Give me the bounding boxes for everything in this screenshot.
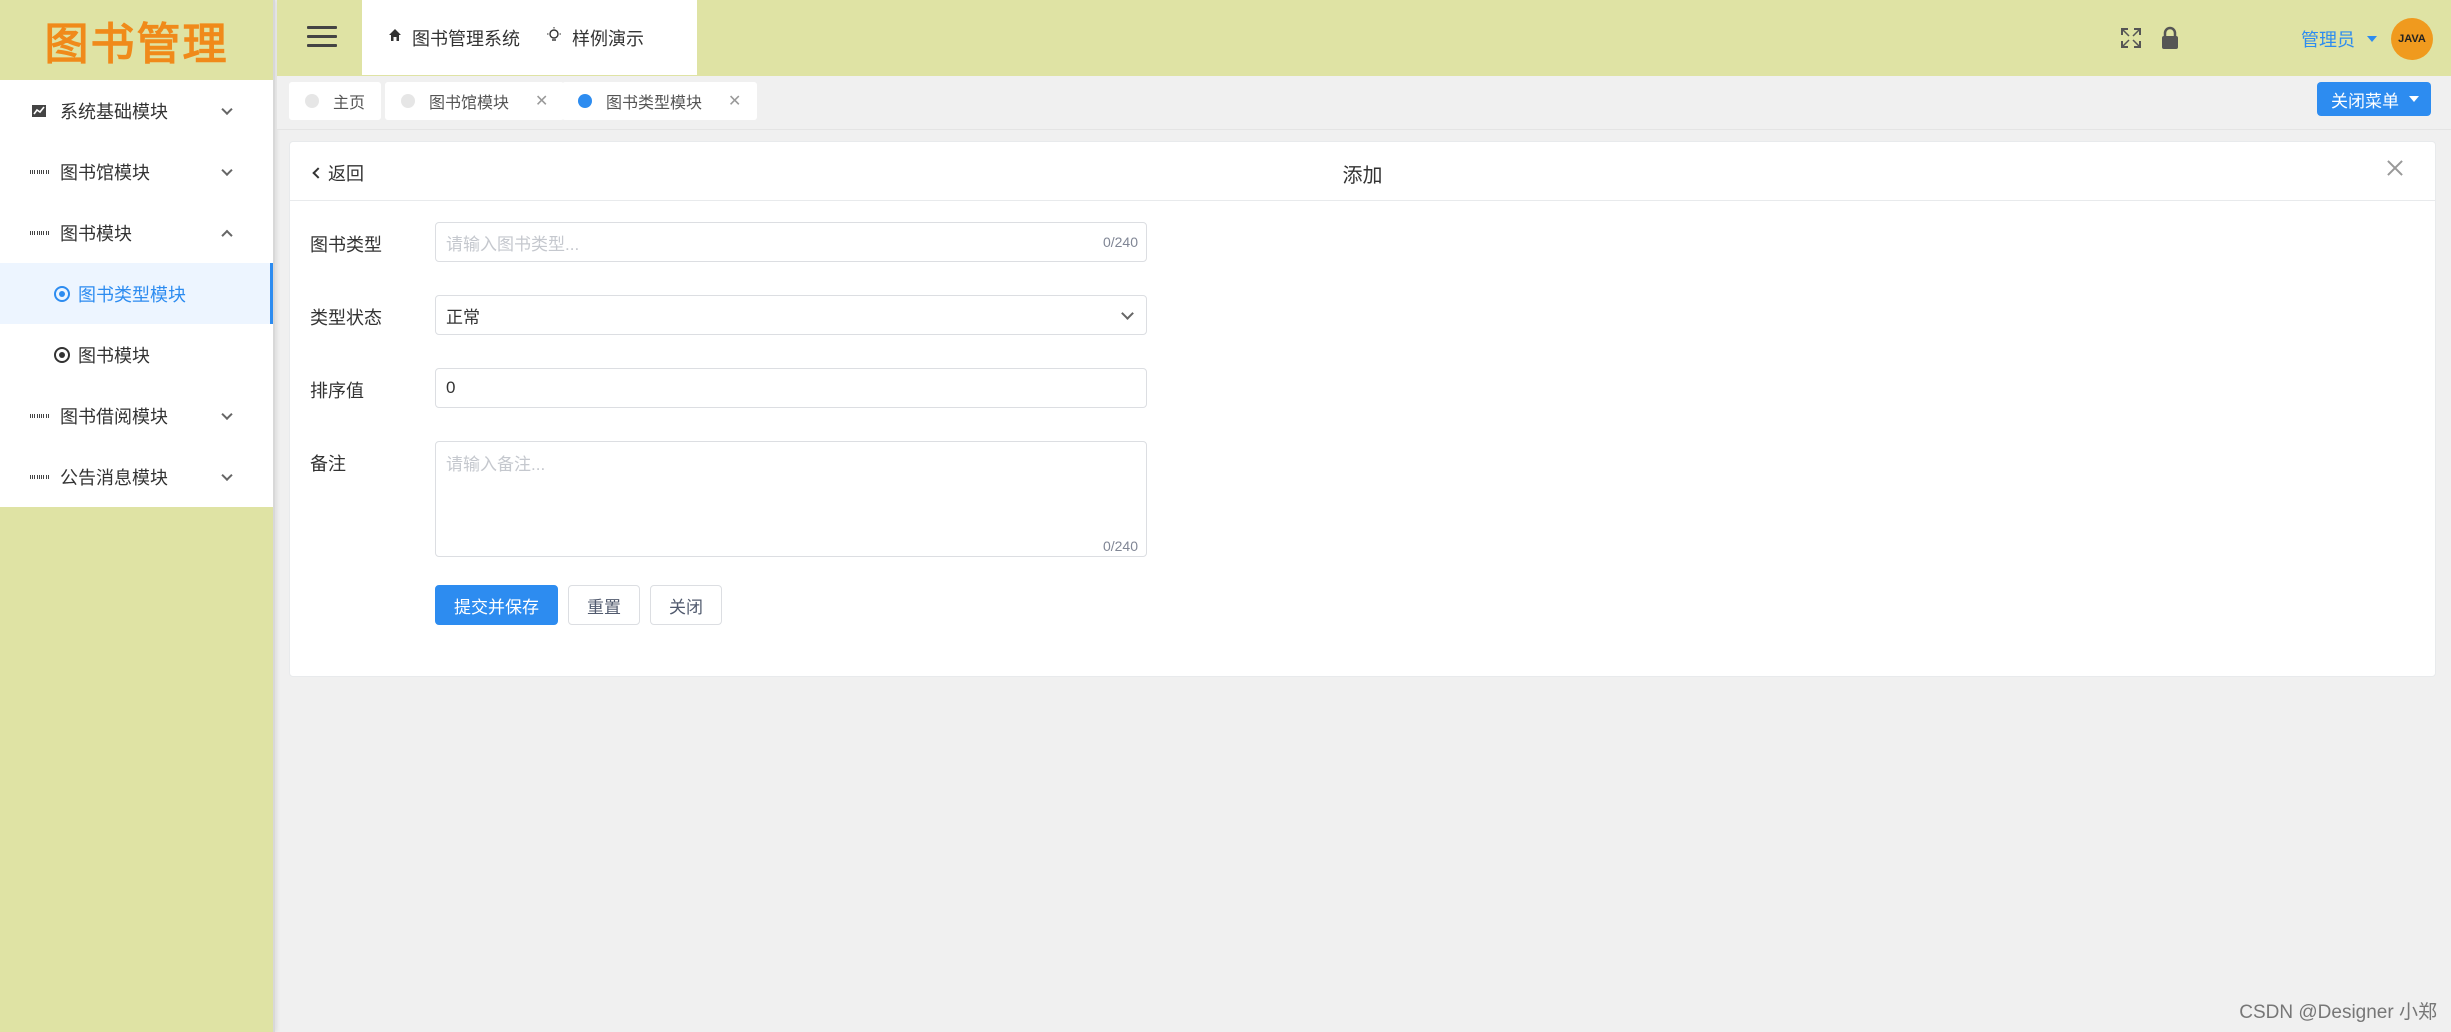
sidebar-item-library[interactable]: 图书馆模块: [0, 141, 273, 202]
caret-down-icon: [2409, 96, 2419, 102]
chevron-up-icon: [221, 229, 233, 241]
fullscreen-icon[interactable]: [2119, 26, 2143, 56]
sidebar-item-label: 公告消息模块: [60, 467, 168, 488]
grid-icon: [30, 468, 48, 486]
remark-textarea[interactable]: 请输入备注... 0/240: [435, 441, 1147, 557]
status-select[interactable]: 正常: [435, 295, 1147, 335]
tab-dot-icon: [578, 94, 592, 108]
sidebar-subitem-label: 图书类型模块: [78, 284, 186, 305]
nav-demo[interactable]: 样例演示: [546, 25, 644, 51]
top-icons: [2119, 26, 2181, 56]
book-type-input[interactable]: 请输入图书类型... 0/240: [435, 222, 1147, 262]
sort-input[interactable]: 0: [435, 368, 1147, 408]
form-actions: 提交并保存 重置 关闭: [435, 585, 722, 625]
tab-label: 图书类型模块: [606, 95, 703, 112]
sidebar-item-books[interactable]: 图书模块: [0, 202, 273, 263]
sidebar-item-borrowing[interactable]: 图书借阅模块: [0, 385, 273, 446]
field-label: 图书类型: [310, 235, 382, 255]
chevron-down-icon: [1121, 307, 1134, 320]
tab-book-types[interactable]: 图书类型模块 ✕: [562, 82, 758, 120]
field-label: 排序值: [310, 381, 364, 401]
top-bar: 图书管理系统 样例演示 管理员 JAVA: [277, 0, 2451, 76]
sidebar-item-label: 图书模块: [60, 223, 132, 244]
tab-close-icon[interactable]: ✕: [728, 91, 741, 111]
avatar-text: JAVA: [2398, 33, 2426, 45]
tab-close-icon[interactable]: ✕: [535, 91, 548, 111]
chevron-down-icon: [221, 469, 233, 481]
top-nav: 图书管理系统 样例演示: [362, 0, 697, 75]
sidebar-item-label: 图书借阅模块: [60, 406, 168, 427]
tab-label: 图书馆模块: [429, 95, 510, 112]
reset-button[interactable]: 重置: [568, 585, 640, 625]
sidebar-menu: 系统基础模块 图书馆模块 图书模块 图书类型模块 图书模块 图书借阅模块 公告消…: [0, 80, 273, 507]
caret-down-icon: [2367, 36, 2377, 42]
chevron-down-icon: [221, 408, 233, 420]
chart-icon: [30, 102, 48, 120]
sidebar-item-system-basics[interactable]: 系统基础模块: [0, 80, 273, 141]
tab-dot-icon: [305, 94, 319, 108]
nav-label: 图书管理系统: [412, 28, 520, 49]
close-menu-label: 关闭菜单: [2331, 91, 2399, 111]
user-name: 管理员: [2301, 30, 2355, 50]
app-logo[interactable]: 图书管理: [45, 8, 229, 72]
grid-icon: [30, 163, 48, 181]
logo-area: 图书管理: [0, 0, 273, 80]
tab-dot-icon: [401, 94, 415, 108]
tab-library[interactable]: 图书馆模块 ✕: [385, 82, 565, 120]
card-header: 返回 添加: [290, 142, 2435, 201]
close-button[interactable]: 关闭: [650, 585, 722, 625]
sidebar-item-label: 系统基础模块: [60, 101, 168, 122]
chevron-down-icon: [221, 164, 233, 176]
close-menu-button[interactable]: 关闭菜单: [2317, 82, 2431, 116]
char-counter: 0/240: [1102, 538, 1138, 554]
circle-dot-icon: [54, 346, 70, 363]
avatar[interactable]: JAVA: [2391, 18, 2433, 60]
sidebar-subitem-label: 图书模块: [78, 345, 150, 366]
grid-icon: [30, 407, 48, 425]
chevron-down-icon: [221, 103, 233, 115]
menu-toggle-icon[interactable]: [307, 26, 337, 48]
sidebar-item-announcements[interactable]: 公告消息模块: [0, 446, 273, 507]
submit-save-button[interactable]: 提交并保存: [435, 585, 558, 625]
lock-icon[interactable]: [2159, 26, 2181, 56]
nav-label: 样例演示: [572, 28, 644, 49]
field-label: 类型状态: [310, 308, 382, 328]
tab-label: 主页: [333, 95, 366, 112]
watermark: CSDN @Designer 小郑: [2239, 1002, 2437, 1023]
grid-icon: [30, 224, 48, 242]
user-menu[interactable]: 管理员: [2301, 26, 2377, 52]
nav-home-system[interactable]: 图书管理系统: [388, 25, 520, 51]
book-type-placeholder: 请输入图书类型...: [446, 234, 580, 254]
add-form-card: 返回 添加 图书类型 请输入图书类型... 0/240 类型状态 正常 排序值 …: [289, 141, 2436, 677]
circle-dot-icon: [54, 285, 70, 302]
sidebar: 图书管理 系统基础模块 图书馆模块 图书模块 图书类型模块 图书模块 图书借阅模…: [0, 0, 275, 1032]
bulb-icon: [546, 27, 562, 48]
tab-home[interactable]: 主页: [289, 82, 382, 120]
remark-placeholder: 请输入备注...: [446, 455, 546, 474]
char-counter: 0/240: [1102, 234, 1138, 250]
close-icon[interactable]: [2383, 156, 2407, 180]
sidebar-subitem-book-types[interactable]: 图书类型模块: [0, 263, 273, 324]
sidebar-item-label: 图书馆模块: [60, 162, 150, 183]
sidebar-subitem-books[interactable]: 图书模块: [0, 324, 273, 385]
status-value: 正常: [446, 307, 480, 327]
tab-bar: 主页 图书馆模块 ✕ 图书类型模块 ✕ 关闭菜单: [277, 76, 2451, 130]
home-icon: [388, 28, 402, 47]
field-label: 备注: [310, 454, 346, 474]
page-title: 添加: [1342, 165, 1383, 187]
sort-value: 0: [446, 378, 456, 397]
